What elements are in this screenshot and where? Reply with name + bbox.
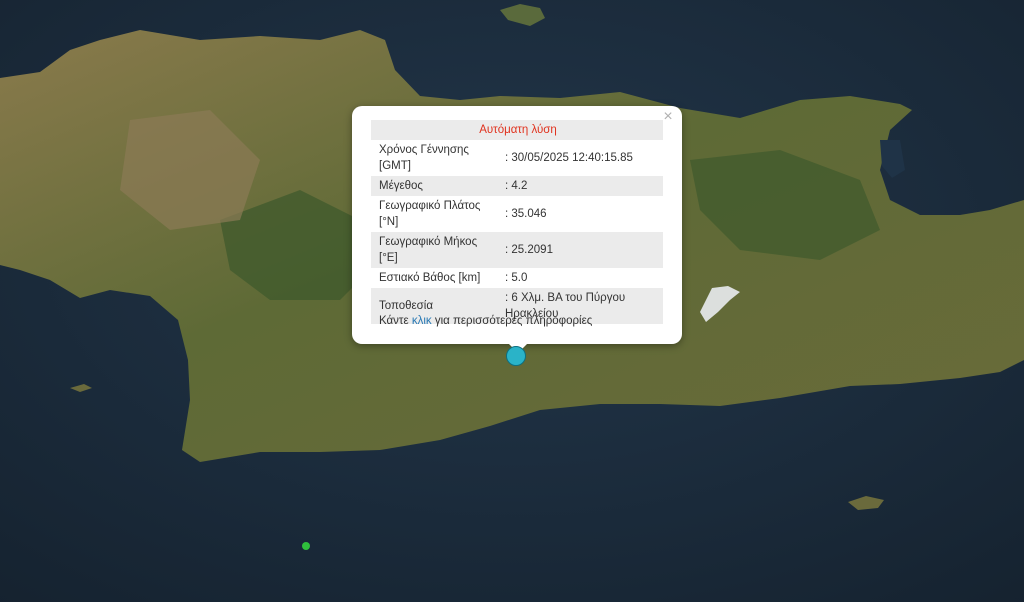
origin-time-value: : 30/05/2025 12:40:15.85: [505, 152, 633, 164]
footer-suffix: για περισσότερες πληροφορίες: [434, 315, 593, 327]
earthquake-info-popup: × Αυτόματη λύση Χρόνος Γέννησης [GMT] : …: [352, 106, 682, 353]
longitude-label: Γεωγραφικό Μήκος [°E]: [371, 232, 501, 268]
longitude-value: : 25.2091: [501, 232, 663, 268]
earthquake-info-table: Αυτόματη λύση Χρόνος Γέννησης [GMT] : 30…: [371, 120, 663, 324]
table-row: Χρόνος Γέννησης [GMT] : 30/05/2025 12:40…: [371, 140, 663, 176]
table-row: Μέγεθος : 4.2: [371, 176, 663, 196]
more-info-link[interactable]: κλικ: [412, 315, 432, 327]
depth-value: : 5.0: [505, 272, 528, 284]
popup-footer: Κάντε κλικ για περισσότερες πληροφορίες: [379, 315, 592, 327]
depth-label: Εστιακό Βάθος [km]: [379, 272, 481, 284]
footer-prefix: Κάντε: [379, 315, 409, 327]
selected-earthquake-marker-icon[interactable]: [506, 346, 526, 366]
earthquake-dot-marker-icon[interactable]: [302, 542, 310, 550]
origin-time-label: Χρόνος Γέννησης [GMT]: [379, 144, 469, 172]
magnitude-label: Μέγεθος: [371, 176, 501, 196]
table-row: Γεωγραφικό Πλάτος [°N] : 35.046: [371, 196, 663, 232]
latitude-label: Γεωγραφικό Πλάτος [°N]: [379, 200, 481, 228]
latitude-value: : 35.046: [505, 208, 547, 220]
solution-type-header: Αυτόματη λύση: [371, 120, 663, 140]
table-row: Εστιακό Βάθος [km] : 5.0: [371, 268, 663, 288]
table-row: Γεωγραφικό Μήκος [°E] : 25.2091: [371, 232, 663, 268]
table-header-row: Αυτόματη λύση: [371, 120, 663, 140]
magnitude-value: : 4.2: [501, 176, 663, 196]
satellite-map[interactable]: × Αυτόματη λύση Χρόνος Γέννησης [GMT] : …: [0, 0, 1024, 602]
